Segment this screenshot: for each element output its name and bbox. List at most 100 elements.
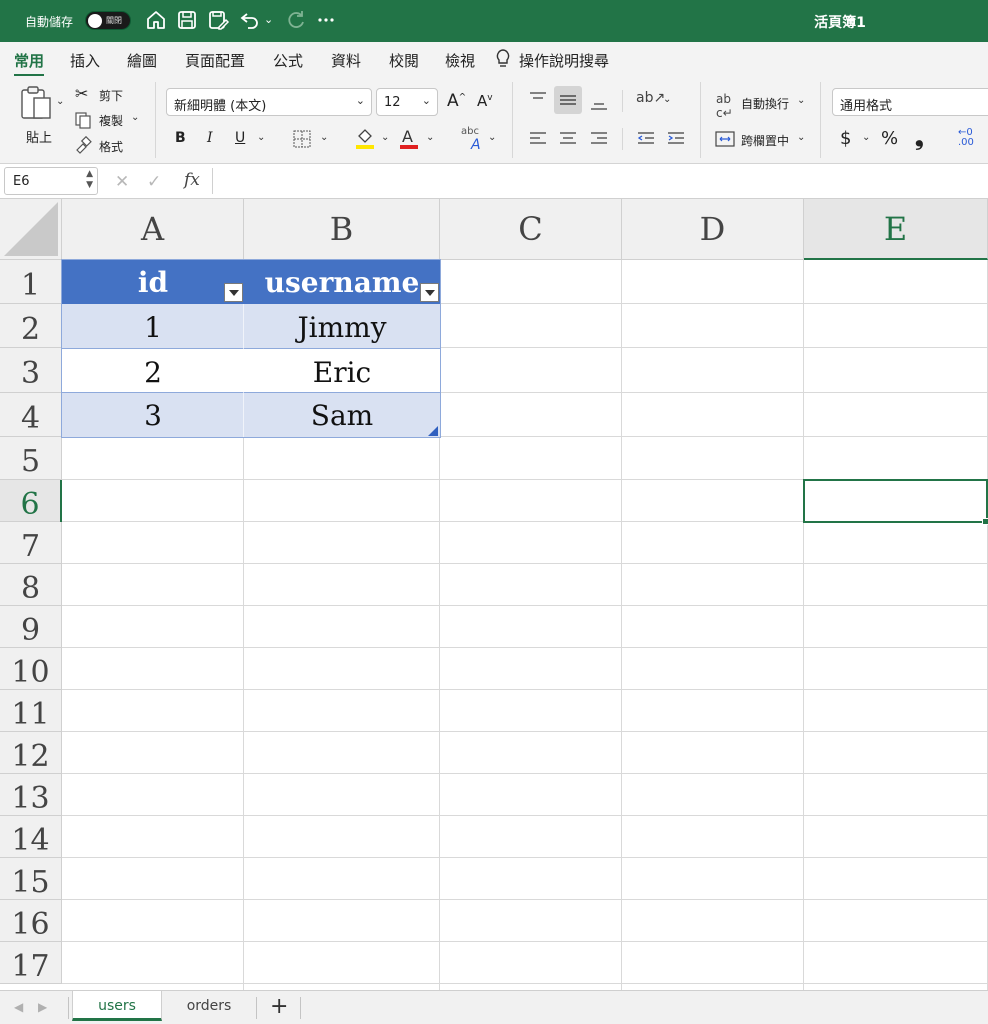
align-bottom-icon[interactable] xyxy=(589,96,609,114)
wrap-text-dropdown-chevron-icon[interactable]: ⌄ xyxy=(797,95,805,106)
cut-icon[interactable]: ✂ xyxy=(75,84,88,103)
tab-insert[interactable]: 插入 xyxy=(70,50,100,71)
italic-button[interactable]: I xyxy=(207,130,213,146)
align-center-icon[interactable] xyxy=(558,130,578,148)
font-size-select[interactable]: 12 ⌄ xyxy=(376,88,438,116)
tab-data[interactable]: 資料 xyxy=(331,50,361,71)
wrap-text-button[interactable]: 自動換行 xyxy=(741,95,789,112)
row-header-3[interactable]: 3 xyxy=(0,348,62,393)
column-header-d[interactable]: D xyxy=(622,199,804,260)
tab-draw[interactable]: 繪圖 xyxy=(127,50,157,71)
column-header-b[interactable]: B xyxy=(244,199,440,260)
paste-button[interactable]: 貼上 xyxy=(26,127,52,146)
row-header-1[interactable]: 1 xyxy=(0,260,62,304)
row-header-9[interactable]: 9 xyxy=(0,606,62,648)
redo-icon[interactable] xyxy=(284,8,308,32)
add-sheet-button[interactable]: + xyxy=(270,994,288,1019)
align-left-icon[interactable] xyxy=(528,130,548,148)
comma-button[interactable]: ❟ xyxy=(915,126,924,151)
increase-indent-icon[interactable] xyxy=(666,130,686,148)
sheet-tab-users[interactable]: users xyxy=(72,991,162,1021)
bold-button[interactable]: B xyxy=(175,130,186,146)
copy-icon[interactable] xyxy=(74,111,92,129)
paste-icon[interactable] xyxy=(18,84,54,120)
scroll-tabs-right-icon[interactable]: ▶ xyxy=(38,1000,47,1014)
paste-dropdown-chevron-icon[interactable]: ⌄ xyxy=(56,96,64,107)
name-box-stepper-icon[interactable]: ▲ ▼ xyxy=(86,169,93,191)
spreadsheet-grid[interactable]: A B C D E 1 2 3 4 5 6 7 8 9 10 11 12 13 … xyxy=(0,199,988,990)
fill-handle[interactable] xyxy=(982,518,988,525)
row-header-14[interactable]: 14 xyxy=(0,816,62,858)
merge-center-button[interactable]: 跨欄置中 xyxy=(741,132,789,149)
tab-view[interactable]: 檢視 xyxy=(445,50,475,71)
undo-dropdown-chevron-icon[interactable]: ⌄ xyxy=(264,13,273,26)
phonetic-guide-icon[interactable]: abc A xyxy=(461,126,481,153)
active-cell-e6[interactable] xyxy=(803,479,988,523)
row-header-7[interactable]: 7 xyxy=(0,522,62,564)
home-icon[interactable] xyxy=(144,8,168,32)
tab-formulas[interactable]: 公式 xyxy=(273,50,303,71)
format-painter-icon[interactable] xyxy=(74,136,92,154)
row-header-16[interactable]: 16 xyxy=(0,900,62,942)
decrease-font-size-icon[interactable]: Av xyxy=(477,92,493,110)
copy-button[interactable]: 複製 xyxy=(99,112,123,129)
decrease-indent-icon[interactable] xyxy=(636,130,656,148)
font-color-dropdown-chevron-icon[interactable]: ⌄ xyxy=(426,132,434,143)
tab-review[interactable]: 校閱 xyxy=(389,50,419,71)
formula-input[interactable] xyxy=(218,168,978,194)
row-header-5[interactable]: 5 xyxy=(0,437,62,480)
currency-button[interactable]: $ xyxy=(840,128,851,149)
fill-color-dropdown-chevron-icon[interactable]: ⌄ xyxy=(381,132,389,143)
align-right-icon[interactable] xyxy=(589,130,609,148)
insert-function-icon[interactable]: fx xyxy=(184,170,200,190)
row-header-2[interactable]: 2 xyxy=(0,304,62,348)
scroll-tabs-left-icon[interactable]: ◀ xyxy=(14,1000,23,1014)
currency-dropdown-chevron-icon[interactable]: ⌄ xyxy=(862,132,870,143)
tab-page-layout[interactable]: 頁面配置 xyxy=(185,50,245,71)
font-name-select[interactable]: 新細明體 (本文) ⌄ xyxy=(166,88,372,116)
table-resize-handle-icon[interactable] xyxy=(428,426,438,436)
fill-color-icon[interactable] xyxy=(354,126,376,150)
row-header-17[interactable]: 17 xyxy=(0,942,62,984)
copy-dropdown-chevron-icon[interactable]: ⌄ xyxy=(131,112,139,123)
underline-button[interactable]: U xyxy=(235,130,245,146)
merge-center-icon[interactable] xyxy=(715,130,735,148)
increase-decimal-icon[interactable]: ←0.00 xyxy=(958,128,974,148)
cut-button[interactable]: 剪下 xyxy=(99,87,123,104)
tab-home[interactable]: 常用 xyxy=(14,50,45,77)
sheet-tab-orders[interactable]: orders xyxy=(164,991,254,1021)
row-header-13[interactable]: 13 xyxy=(0,774,62,816)
merge-dropdown-chevron-icon[interactable]: ⌄ xyxy=(797,132,805,143)
save-as-icon[interactable] xyxy=(206,8,230,32)
underline-dropdown-chevron-icon[interactable]: ⌄ xyxy=(257,132,265,143)
confirm-entry-icon[interactable]: ✓ xyxy=(147,172,161,192)
name-box[interactable]: E6 ▲ ▼ xyxy=(4,167,98,195)
number-format-select[interactable]: 通用格式 xyxy=(832,88,988,116)
column-header-e[interactable]: E xyxy=(804,199,988,260)
row-header-11[interactable]: 11 xyxy=(0,690,62,732)
percent-button[interactable]: % xyxy=(881,128,898,149)
align-top-icon[interactable] xyxy=(528,90,548,108)
column-header-c[interactable]: C xyxy=(440,199,622,260)
borders-dropdown-chevron-icon[interactable]: ⌄ xyxy=(320,132,328,143)
orientation-icon[interactable]: ab↗ xyxy=(636,90,665,106)
row-header-10[interactable]: 10 xyxy=(0,648,62,690)
increase-font-size-icon[interactable]: A^ xyxy=(447,91,466,111)
tell-me-search[interactable]: 操作說明搜尋 xyxy=(519,50,609,71)
format-painter-button[interactable]: 格式 xyxy=(99,138,123,155)
phonetic-dropdown-chevron-icon[interactable]: ⌄ xyxy=(488,132,496,143)
save-icon[interactable] xyxy=(175,8,199,32)
select-all-button[interactable] xyxy=(0,199,62,260)
orientation-dropdown-chevron-icon[interactable]: ⌄ xyxy=(663,94,671,105)
cancel-entry-icon[interactable]: ✕ xyxy=(115,172,129,192)
borders-icon[interactable] xyxy=(293,130,311,148)
row-header-12[interactable]: 12 xyxy=(0,732,62,774)
row-header-15[interactable]: 15 xyxy=(0,858,62,900)
wrap-text-icon[interactable]: ab c↵ xyxy=(716,92,733,120)
row-header-4[interactable]: 4 xyxy=(0,393,62,437)
row-header-8[interactable]: 8 xyxy=(0,564,62,606)
align-middle-icon[interactable] xyxy=(554,86,582,114)
autosave-toggle[interactable]: 關閉 xyxy=(85,11,131,30)
column-header-a[interactable]: A xyxy=(62,199,244,260)
undo-icon[interactable] xyxy=(238,8,262,32)
